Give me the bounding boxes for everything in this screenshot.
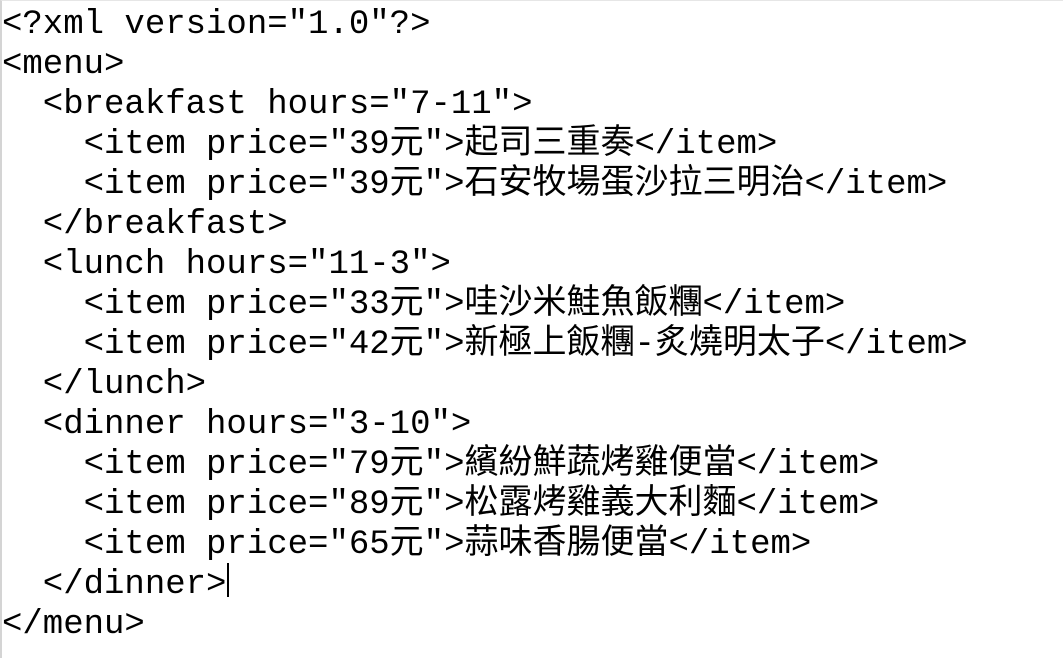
code-line-text: </lunch> <box>2 366 207 404</box>
code-line-text: <item price="39元">起司三重奏</item> <box>2 126 778 164</box>
code-line-text: </breakfast> <box>2 206 288 244</box>
code-line-text: <lunch hours="11-3"> <box>2 246 451 284</box>
code-line-text: <item price="89元">松露烤雞義大利麵</item> <box>2 486 880 524</box>
code-line-9[interactable]: <item price="42元">新極上飯糰-炙燒明太子</item> <box>2 321 1063 364</box>
code-line-text: <item price="39元">石安牧場蛋沙拉三明治</item> <box>2 166 948 204</box>
xml-text-area[interactable]: <?xml version="1.0"?> <menu> <breakfast … <box>2 1 1063 658</box>
code-line-5[interactable]: <item price="39元">石安牧場蛋沙拉三明治</item> <box>2 161 1063 204</box>
code-line-2[interactable]: <menu> <box>2 41 1063 84</box>
text-caret <box>227 563 230 597</box>
code-line-text: <item price="42元">新極上飯糰-炙燒明太子</item> <box>2 326 968 364</box>
code-line-13[interactable]: <item price="89元">松露烤雞義大利麵</item> <box>2 481 1063 524</box>
code-line-10[interactable]: </lunch> <box>2 361 1063 404</box>
code-line-6[interactable]: </breakfast> <box>2 201 1063 244</box>
code-line-12[interactable]: <item price="79元">繽紛鮮蔬烤雞便當</item> <box>2 441 1063 484</box>
code-line-15[interactable]: </dinner> <box>2 561 1063 604</box>
code-line-text: <dinner hours="3-10"> <box>2 406 472 444</box>
code-line-text: <item price="33元">哇沙米鮭魚飯糰</item> <box>2 286 846 324</box>
code-line-8[interactable]: <item price="33元">哇沙米鮭魚飯糰</item> <box>2 281 1063 324</box>
code-line-text: <item price="79元">繽紛鮮蔬烤雞便當</item> <box>2 446 880 484</box>
code-line-text: <?xml version="1.0"?> <box>2 6 431 44</box>
code-line-text: </menu> <box>2 606 145 644</box>
code-line-16[interactable]: </menu> <box>2 601 1063 644</box>
code-line-11[interactable]: <dinner hours="3-10"> <box>2 401 1063 444</box>
code-line-7[interactable]: <lunch hours="11-3"> <box>2 241 1063 284</box>
code-line-text: <breakfast hours="7-11"> <box>2 86 533 124</box>
code-line-1[interactable]: <?xml version="1.0"?> <box>2 1 1063 44</box>
code-line-text: </dinner> <box>2 566 227 604</box>
code-line-text: <item price="65元">蒜味香腸便當</item> <box>2 526 812 564</box>
code-line-3[interactable]: <breakfast hours="7-11"> <box>2 81 1063 124</box>
code-line-14[interactable]: <item price="65元">蒜味香腸便當</item> <box>2 521 1063 564</box>
code-editor[interactable]: <?xml version="1.0"?> <menu> <breakfast … <box>0 0 1063 658</box>
code-line-4[interactable]: <item price="39元">起司三重奏</item> <box>2 121 1063 164</box>
code-line-text: <menu> <box>2 46 125 84</box>
